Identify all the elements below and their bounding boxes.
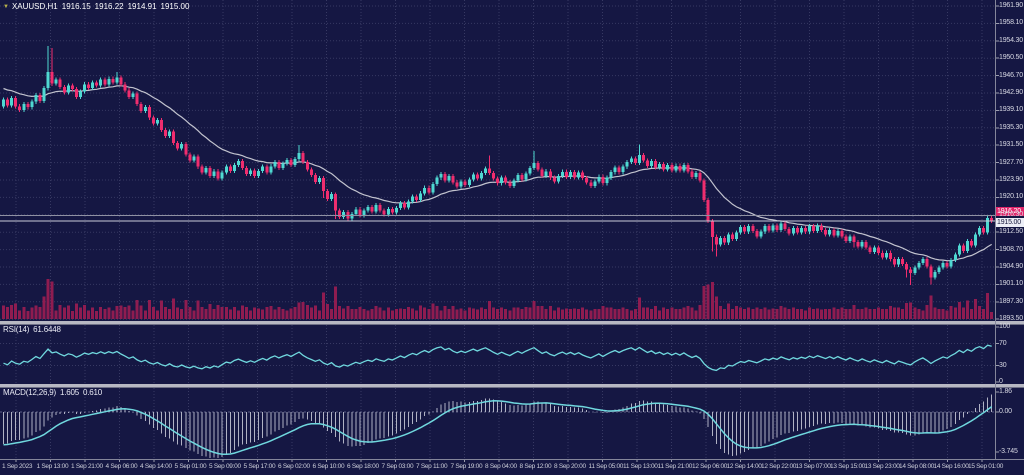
price-axis-label: 1961.90	[999, 2, 1023, 10]
ohlc-open: 1916.15	[62, 2, 91, 11]
time-axis-label: 12 Sep 14:00	[727, 463, 762, 471]
price-axis-label: 1897.30	[999, 298, 1023, 306]
rsi-indicator-label: RSI(14) 61.6448	[3, 325, 65, 334]
time-axis-label: 12 Sep 06:00	[692, 463, 727, 471]
ohlc-close: 1915.00	[161, 2, 190, 11]
price-axis-label: 1958.10	[999, 19, 1023, 27]
macd-axis-label: -3.745	[999, 448, 1018, 456]
price-axis-label: 1904.90	[999, 263, 1023, 271]
price-axis-label: 1942.90	[999, 89, 1023, 97]
time-axis-label: 4 Sep 06:00	[106, 463, 138, 471]
pane-separator[interactable]	[0, 321, 1024, 325]
macd-axis-label: 1.86	[999, 388, 1012, 396]
price-axis-label: 1954.30	[999, 37, 1023, 45]
rsi-axis-label: 30	[999, 362, 1006, 370]
time-axis-label: 4 Sep 14:00	[140, 463, 172, 471]
time-axis-label: 15 Sep 01:00	[968, 463, 1003, 471]
time-axis-label: 1 Sep 21:00	[71, 463, 103, 471]
rsi-name: RSI(14)	[3, 325, 29, 334]
price-axis-label: 1912.50	[999, 228, 1023, 236]
pane-separator[interactable]	[0, 384, 1024, 388]
rsi-axis-label: 0	[999, 378, 1003, 386]
time-axis-label: 6 Sep 18:00	[347, 463, 379, 471]
chart-canvas[interactable]	[0, 0, 1024, 475]
time-axis-label: 5 Sep 17:00	[244, 463, 276, 471]
macd-main-value: 1.605	[60, 388, 79, 397]
time-axis-label: 1 Sep 13:00	[37, 463, 69, 471]
bid-price-label: 1915.00	[996, 218, 1024, 227]
macd-signal-value: 0.610	[83, 388, 102, 397]
macd-indicator-label: MACD(12,26,9) 1.605 0.610	[3, 388, 106, 397]
time-axis-label: 11 Sep 05:00	[589, 463, 624, 471]
time-axis-label: 13 Sep 15:00	[830, 463, 865, 471]
price-axis-label: 1931.50	[999, 141, 1023, 149]
price-axis-label: 1920.10	[999, 193, 1023, 201]
price-axis-label: 1950.50	[999, 54, 1023, 62]
time-axis-label: 13 Sep 23:00	[865, 463, 900, 471]
macd-name: MACD(12,26,9)	[3, 388, 56, 397]
price-axis-label: 1927.70	[999, 159, 1023, 167]
time-axis-label: 6 Sep 02:00	[278, 463, 310, 471]
price-axis-label: 1939.10	[999, 106, 1023, 114]
price-axis-label: 1923.90	[999, 176, 1023, 184]
time-axis-label: 1 Sep 2023	[2, 463, 32, 471]
chart-title: ▼XAUUSD,H1 1916.15 1916.22 1914.91 1915.00	[3, 2, 193, 11]
rsi-axis-label: 70	[999, 340, 1006, 348]
ohlc-low: 1914.91	[128, 2, 157, 11]
time-axis[interactable]: 1 Sep 2023 1 Sep 13:001 Sep 21:004 Sep 06…	[0, 460, 1024, 475]
time-axis-label: 7 Sep 11:00	[416, 463, 447, 471]
price-axis-label: 1908.70	[999, 246, 1023, 254]
price-axis-label: 1893.50	[999, 315, 1023, 323]
symbol-marker-icon: ▼	[3, 4, 9, 10]
symbol-label: XAUUSD,H1	[12, 2, 58, 11]
time-axis-label: 7 Sep 03:00	[382, 463, 414, 471]
price-axis-label: 1946.70	[999, 72, 1023, 80]
trading-chart-window: ▼XAUUSD,H1 1916.15 1916.22 1914.91 1915.00 R…	[0, 0, 1024, 475]
time-axis-label: 8 Sep 04:00	[485, 463, 517, 471]
time-axis-label: 7 Sep 19:00	[451, 463, 483, 471]
time-axis-label: 8 Sep 12:00	[520, 463, 552, 471]
price-axis-label: 1935.30	[999, 124, 1023, 132]
time-axis-label: 12 Sep 22:00	[761, 463, 796, 471]
time-axis-label: 5 Sep 09:00	[209, 463, 241, 471]
time-axis-label: 11 Sep 13:00	[623, 463, 658, 471]
time-axis-label: 11 Sep 21:00	[658, 463, 693, 471]
price-axis-label: 1916.30	[999, 211, 1023, 219]
time-axis-label: 6 Sep 10:00	[313, 463, 345, 471]
macd-axis-label: 0.00	[999, 408, 1012, 416]
time-axis-label: 14 Sep 16:00	[934, 463, 969, 471]
time-axis-label: 5 Sep 01:00	[175, 463, 207, 471]
time-axis-label: 8 Sep 20:00	[554, 463, 586, 471]
price-axis-label: 1901.10	[999, 280, 1023, 288]
rsi-value: 61.6448	[33, 325, 61, 334]
time-axis-label: 13 Sep 07:00	[796, 463, 831, 471]
rsi-axis-label: 100	[999, 323, 1010, 331]
time-axis-label: 14 Sep 08:00	[899, 463, 934, 471]
ohlc-high: 1916.22	[95, 2, 124, 11]
